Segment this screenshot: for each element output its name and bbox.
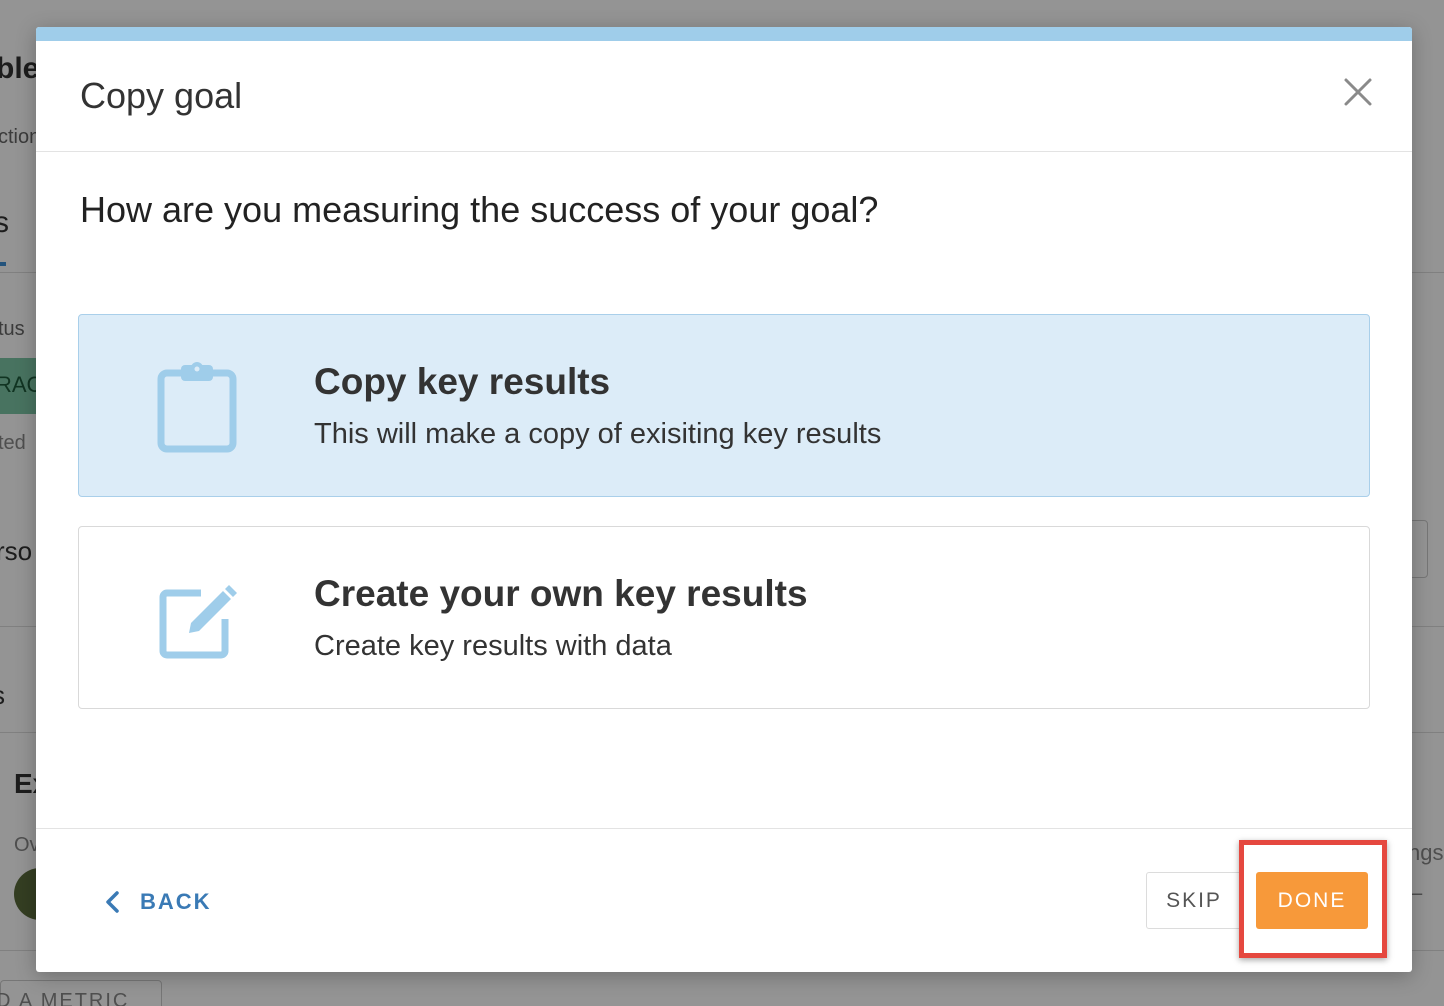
clipboard-icon — [155, 359, 239, 455]
option-title: Copy key results — [314, 361, 611, 402]
option-create-key-results[interactable]: Create your own key results Create key r… — [78, 526, 1370, 709]
option-description: This will make a copy of exisiting key r… — [314, 418, 882, 450]
skip-button[interactable]: SKIP — [1146, 872, 1242, 929]
done-button[interactable]: DONE — [1256, 872, 1368, 929]
modal-header: Copy goal — [36, 41, 1412, 152]
option-copy-key-results[interactable]: Copy key results This will make a copy o… — [78, 314, 1370, 497]
option-title: Create your own key results — [314, 573, 808, 614]
close-icon[interactable] — [1342, 76, 1374, 108]
copy-goal-modal: Copy goal How are you measuring the succ… — [36, 27, 1412, 972]
edit-icon — [155, 571, 239, 667]
modal-footer: BACK SKIP DONE — [36, 828, 1412, 972]
back-label: BACK — [140, 889, 212, 914]
modal-question: How are you measuring the success of you… — [80, 189, 879, 230]
back-button[interactable]: BACK — [102, 884, 212, 920]
chevron-left-icon — [102, 889, 124, 915]
modal-accent-bar — [36, 27, 1412, 41]
option-description: Create key results with data — [314, 630, 672, 662]
modal-title: Copy goal — [80, 75, 243, 116]
